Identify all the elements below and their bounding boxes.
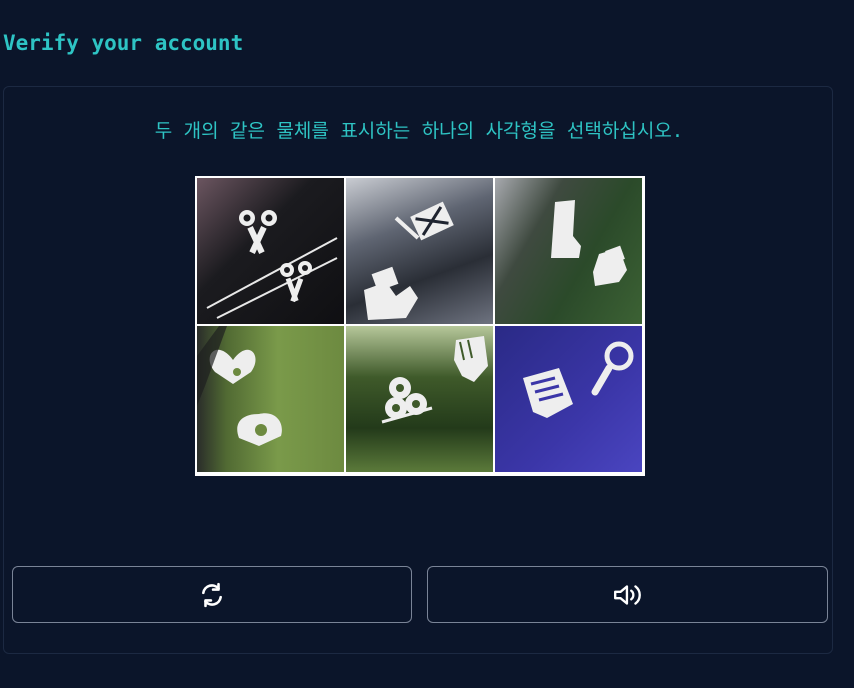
heart-icon (197, 326, 282, 446)
sled-icon (364, 201, 454, 320)
captcha-tile-6[interactable] (495, 326, 642, 472)
captcha-tile-5[interactable] (346, 326, 493, 472)
speaker-icon (613, 584, 641, 605)
reels-icon (381, 336, 488, 424)
magnifier-icon (523, 341, 634, 418)
boot-icon (551, 200, 627, 286)
captcha-tile-1[interactable] (197, 178, 344, 324)
scissors-icon (206, 210, 338, 319)
captcha-tile-3[interactable] (495, 178, 642, 324)
page-title: Verify your account (3, 31, 244, 55)
refresh-button[interactable] (12, 566, 412, 623)
refresh-icon (202, 582, 222, 607)
captcha-tile-4[interactable] (197, 326, 344, 472)
captcha-tile-2[interactable] (346, 178, 493, 324)
audio-challenge-button[interactable] (427, 566, 828, 623)
captcha-grid (195, 176, 645, 476)
captcha-instruction: 두 개의 같은 물체를 표시하는 하나의 사각형을 선택하십시오. (154, 120, 684, 142)
